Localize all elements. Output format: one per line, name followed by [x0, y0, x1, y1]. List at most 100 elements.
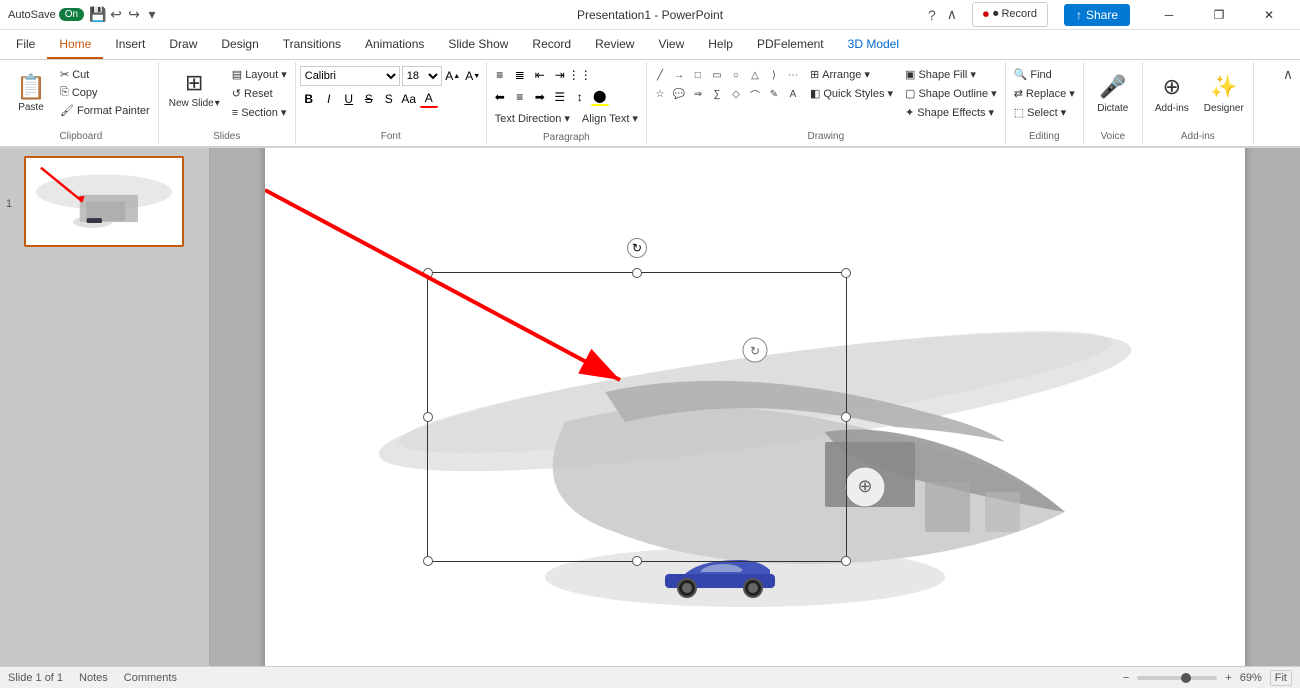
paste-button[interactable]: 📋 Paste [8, 66, 54, 122]
zoom-slider[interactable] [1137, 676, 1217, 680]
record-button[interactable]: ⏺ ⏺ Record [972, 2, 1048, 27]
canvas-area[interactable]: ⊕ ↻ ↻ [210, 148, 1300, 666]
increase-font-button[interactable]: A▲ [444, 67, 462, 85]
help-icon[interactable]: ? [924, 7, 940, 23]
tab-insert[interactable]: Insert [103, 31, 157, 59]
shape-freeform[interactable]: ✎ [765, 85, 783, 103]
replace-button[interactable]: ⇄ Replace▾ [1010, 85, 1079, 102]
shape-arrow[interactable]: → [670, 66, 688, 84]
cut-button[interactable]: ✂ Cut [56, 66, 154, 83]
decrease-font-button[interactable]: A▼ [464, 67, 482, 85]
shape-line[interactable]: ╱ [651, 66, 669, 84]
customize-icon[interactable]: ▾ [144, 7, 160, 23]
handle-top-left[interactable] [423, 268, 433, 278]
align-left-button[interactable]: ⬅ [491, 88, 509, 106]
decrease-indent-button[interactable]: ⇤ [531, 66, 549, 84]
new-slide-button[interactable]: ⊞ New Slide ▾ [163, 66, 226, 113]
text-direction-button[interactable]: Text Direction▾ [491, 110, 574, 127]
quick-styles-button[interactable]: ◧ Quick Styles▾ [806, 85, 897, 102]
close-button[interactable]: ✕ [1246, 0, 1292, 30]
save-icon[interactable]: 💾 [90, 7, 106, 23]
handle-mid-left[interactable] [423, 412, 433, 422]
align-right-button[interactable]: ➡ [531, 88, 549, 106]
shape-triangle[interactable]: △ [746, 66, 764, 84]
redo-icon[interactable]: ↪ [126, 7, 142, 23]
tab-design[interactable]: Design [209, 31, 270, 59]
align-text-button[interactable]: Align Text▾ [578, 110, 642, 127]
format-painter-button[interactable]: 🖌 Format Painter [56, 102, 154, 119]
textshadow-button[interactable]: S [380, 90, 398, 108]
shape-star[interactable]: ☆ [651, 85, 669, 103]
highlight-button[interactable]: ⬤ [591, 88, 609, 106]
addins-button[interactable]: ⊕ Add-ins [1147, 66, 1197, 122]
justify-button[interactable]: ☰ [551, 88, 569, 106]
tab-home[interactable]: Home [47, 31, 103, 59]
shape-fill-button[interactable]: ▣ Shape Fill▾ [901, 66, 1001, 83]
ribbon-collapse-icon[interactable]: ∧ [944, 7, 960, 23]
tab-record[interactable]: Record [520, 31, 583, 59]
handle-top-mid[interactable] [632, 268, 642, 278]
rotation-handle[interactable]: ↻ [627, 238, 647, 258]
new-slide-dropdown-icon[interactable]: ▾ [215, 98, 220, 109]
tab-pdfelement[interactable]: PDFelement [745, 31, 836, 59]
underline-button[interactable]: U [340, 90, 358, 108]
italic-button[interactable]: I [320, 90, 338, 108]
tab-view[interactable]: View [646, 31, 696, 59]
shape-chevron[interactable]: ⟩ [765, 66, 783, 84]
share-button[interactable]: ↑ Share [1064, 4, 1130, 26]
shape-ellipse[interactable]: ○ [727, 66, 745, 84]
strikethrough-button[interactable]: S [360, 90, 378, 108]
zoom-in-icon[interactable]: + [1225, 672, 1231, 684]
handle-top-right[interactable] [841, 268, 851, 278]
shape-connector[interactable]: ⌒ [746, 85, 764, 103]
bold-button[interactable]: B [300, 90, 318, 108]
tab-help[interactable]: Help [696, 31, 745, 59]
layout-button[interactable]: ▤ Layout ▾ [228, 66, 291, 83]
reset-button[interactable]: ↺ Reset [228, 85, 291, 102]
collapse-ribbon-button[interactable]: ∧ [1280, 66, 1296, 82]
find-button[interactable]: 🔍 Find [1010, 66, 1056, 83]
charspacing-button[interactable]: Aa [400, 90, 418, 108]
tab-slideshow[interactable]: Slide Show [436, 31, 520, 59]
shape-equation[interactable]: ∑ [708, 85, 726, 103]
minimize-button[interactable]: ─ [1146, 0, 1192, 30]
selection-box[interactable]: ↻ [427, 272, 847, 562]
slide-thumbnail-1[interactable] [24, 156, 184, 247]
handle-bot-mid[interactable] [632, 556, 642, 566]
bullet-list-button[interactable]: ≡ [491, 66, 509, 84]
section-button[interactable]: ≡ Section ▾ [228, 104, 291, 121]
handle-bot-right[interactable] [841, 556, 851, 566]
font-family-select[interactable]: Calibri [300, 66, 400, 86]
arrange-button[interactable]: ⊞ Arrange▾ [806, 66, 897, 83]
zoom-out-icon[interactable]: − [1123, 672, 1129, 684]
shape-rounded-rect[interactable]: ▭ [708, 66, 726, 84]
comments-button[interactable]: Comments [124, 672, 177, 684]
shape-callout[interactable]: 💬 [670, 85, 688, 103]
tab-draw[interactable]: Draw [157, 31, 209, 59]
autosave-toggle[interactable]: On [59, 8, 84, 21]
tab-review[interactable]: Review [583, 31, 646, 59]
fit-button[interactable]: Fit [1270, 670, 1292, 686]
columns-button[interactable]: ⋮⋮ [571, 66, 589, 84]
tab-file[interactable]: File [4, 31, 47, 59]
dictate-button[interactable]: 🎤 Dictate [1088, 66, 1138, 122]
font-size-select[interactable]: 18 [402, 66, 442, 86]
shape-more[interactable]: ⋯ [784, 66, 802, 84]
shape-rect[interactable]: □ [689, 66, 707, 84]
shape-flowchart[interactable]: ◇ [727, 85, 745, 103]
shape-textbox[interactable]: A [784, 85, 802, 103]
fontcolor-button[interactable]: A [420, 90, 438, 108]
restore-button[interactable]: ❐ [1196, 0, 1242, 30]
handle-mid-right[interactable] [841, 412, 851, 422]
align-center-button[interactable]: ≡ [511, 88, 529, 106]
notes-button[interactable]: Notes [79, 672, 108, 684]
shape-effects-button[interactable]: ✦ Shape Effects▾ [901, 104, 1001, 121]
shape-block-arrow[interactable]: ⇒ [689, 85, 707, 103]
line-spacing-button[interactable]: ↕ [571, 88, 589, 106]
undo-icon[interactable]: ↩ [108, 7, 124, 23]
tab-3dmodel[interactable]: 3D Model [836, 31, 911, 59]
increase-indent-button[interactable]: ⇥ [551, 66, 569, 84]
tab-animations[interactable]: Animations [353, 31, 436, 59]
tab-transitions[interactable]: Transitions [271, 31, 353, 59]
copy-button[interactable]: ⎘ Copy [56, 84, 154, 101]
